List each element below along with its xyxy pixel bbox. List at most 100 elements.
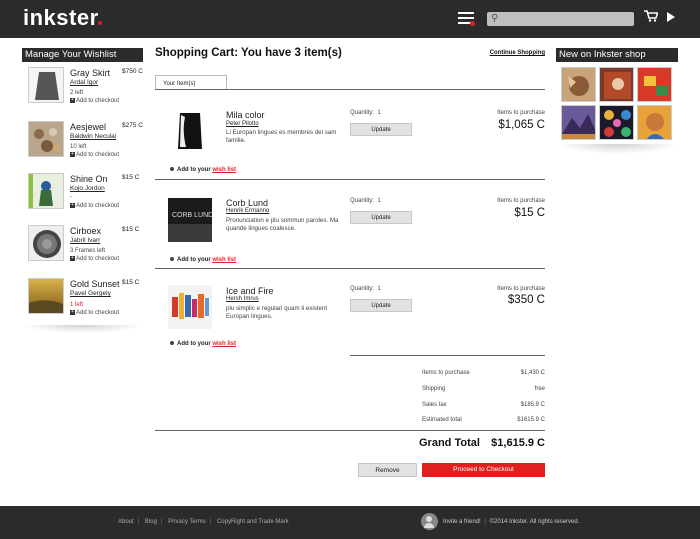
new-item-thumbnail[interactable] (637, 67, 672, 102)
footer-link-about[interactable]: About (118, 519, 134, 525)
wishlist-item-author[interactable]: Jabril Ivarr (70, 237, 100, 244)
items-to-purchase-label: Items to purchase (497, 286, 545, 292)
quantity-label: Quantity: 1 (350, 198, 381, 204)
footer-link-privacy[interactable]: Privacy Terms (168, 519, 206, 525)
wishlist-item-stock: - (70, 194, 72, 200)
add-to-checkout-link[interactable]: + Add to checkout (70, 98, 119, 104)
wishlist-item-thumbnail[interactable] (28, 225, 64, 261)
new-item-thumbnail[interactable] (599, 105, 634, 140)
notification-dot (470, 21, 475, 26)
add-to-checkout-link[interactable]: + Add to checkout (70, 152, 119, 158)
wishlist-item: Gray Skirt Ardal Igor $750 C 2 left + Add… (22, 67, 143, 113)
wishlist-item-price: $15 C (122, 174, 140, 181)
add-to-checkout-link[interactable]: + Add to checkout (70, 310, 119, 316)
wishlist-item-thumbnail[interactable] (28, 173, 64, 209)
divider (155, 89, 545, 90)
wishlist-item-name[interactable]: Cirboex (70, 226, 101, 236)
logo-dot (98, 21, 102, 25)
wishlist-item: Cirboex Jabril Ivarr $15 C 3 Frames left… (22, 225, 143, 271)
cart-item-name[interactable]: Ice and Fire (226, 286, 274, 296)
plus-icon: + (70, 202, 75, 208)
cart-item-price: $1,065 C (498, 119, 545, 131)
bullet-icon (170, 341, 174, 346)
invite-friend-link[interactable]: Invite a friend! (443, 519, 481, 525)
add-to-wishlist-link[interactable]: Add to your wish list (170, 341, 236, 347)
cart-item-author[interactable]: Peter Pilotto (226, 121, 259, 127)
divider (155, 179, 545, 180)
wishlist-item-thumbnail[interactable] (28, 278, 64, 314)
site-logo[interactable]: inkster (23, 5, 99, 31)
copyright-text: ©2014 Inkster. All rights reserved. (489, 519, 580, 525)
add-to-wishlist-link[interactable]: Add to your wish list (170, 167, 236, 173)
proceed-to-checkout-button[interactable]: Proceed to Checkout (422, 463, 545, 477)
cart-row: Mila color Peter Pilotto Li Europan ling… (155, 104, 545, 180)
divider (350, 355, 545, 356)
wishlist-item-author[interactable]: Ardal Igor (70, 79, 98, 86)
footer-link-copyright[interactable]: CopyRight and Trade Mark (217, 519, 289, 525)
footer-link-blog[interactable]: Blog (145, 519, 157, 525)
cart-item-image[interactable] (168, 109, 212, 153)
update-button[interactable]: Update (350, 123, 412, 136)
cart-item-description: Li Europan lingues es membres del sam fa… (226, 129, 337, 144)
wishlist-item-name[interactable]: Gold Sunset (70, 279, 120, 289)
footer: About | Blog | Privacy Terms | CopyRight an… (0, 506, 700, 539)
cart-row: CORB LUND Corb Lund Henrik Ermanno Pronu… (155, 192, 545, 268)
cart-item-description: Pronunciation e plu sommun paroles. Ma q… (226, 217, 339, 232)
new-item-thumbnail[interactable] (599, 67, 634, 102)
wishlist-item: Aesjewel Baldwin Neculai $275 C 10 left … (22, 121, 143, 167)
new-item-thumbnail[interactable] (637, 105, 672, 140)
wishlist-item-thumbnail[interactable] (28, 67, 64, 103)
search-input[interactable]: ⚲ (487, 12, 634, 26)
wishlist-item-thumbnail[interactable] (28, 121, 64, 157)
wishlist-item-price: $275 C (122, 122, 143, 129)
wishlist-item-author[interactable]: Pavel Gergely (70, 290, 111, 297)
new-on-title: New on Inkster shop (556, 48, 678, 62)
sidebar-shadow (22, 325, 143, 333)
wishlist-item-price: $15 C (122, 279, 140, 286)
top-header: inkster ⚲ (0, 0, 700, 38)
summary-row: Shipping free (422, 386, 545, 392)
wishlist-item: Gold Sunset Pavel Gergely $15 C 1 left +… (22, 278, 143, 324)
grand-total-value: $1,615.9 C (491, 437, 545, 449)
cart-item-image[interactable] (168, 285, 212, 329)
tab-label: Your Item(s) (163, 81, 196, 87)
cart-item-description: plu simplic e regulari quam li existent … (226, 305, 328, 320)
invite-friend-icon[interactable] (421, 513, 438, 530)
new-on-inkster-panel: New on Inkster shop (556, 48, 678, 154)
wishlist-item-stock: 3 Frames left (70, 248, 106, 254)
bullet-icon (170, 167, 174, 172)
bullet-icon (170, 257, 174, 262)
update-button[interactable]: Update (350, 299, 412, 312)
play-icon[interactable] (667, 12, 675, 22)
wishlist-item-name[interactable]: Gray Skirt (70, 68, 110, 78)
wishlist-item-price: $15 C (122, 226, 140, 233)
quantity-label: Quantity: 1 (350, 286, 381, 292)
cart-item-name[interactable]: Corb Lund (226, 198, 268, 208)
add-to-checkout-link[interactable]: + Add to checkout (70, 256, 119, 262)
divider (155, 430, 545, 431)
wishlist-item-author[interactable]: Baldwin Neculai (70, 133, 116, 140)
remove-button[interactable]: Remove (358, 463, 417, 477)
new-item-thumbnail[interactable] (561, 105, 596, 140)
continue-shopping-link[interactable]: Continue Shopping (490, 50, 545, 56)
shopping-cart-icon[interactable] (644, 10, 659, 25)
cart-item-name[interactable]: Mila color (226, 110, 265, 120)
items-to-purchase-label: Items to purchase (497, 110, 545, 116)
add-to-checkout-link[interactable]: + Add to checkout (70, 203, 119, 209)
plus-icon: + (70, 151, 75, 157)
new-item-thumbnail[interactable] (561, 67, 596, 102)
panel-shadow (556, 144, 678, 154)
divider (155, 268, 545, 269)
cart-item-image[interactable]: CORB LUND (168, 198, 212, 242)
update-button[interactable]: Update (350, 211, 412, 224)
wishlist-item-author[interactable]: Kojo Jordon (70, 185, 105, 192)
wishlist-item-name[interactable]: Shine On (70, 174, 108, 184)
wishlist-item-name[interactable]: Aesjewel (70, 122, 106, 132)
wishlist-item-stock: 2 left (70, 90, 84, 96)
cart-item-author[interactable]: Henrik Ermanno (226, 208, 269, 214)
cart-item-author[interactable]: Hersh Imrus (226, 296, 259, 302)
plus-icon: + (70, 97, 75, 103)
add-to-wishlist-link[interactable]: Add to your wish list (170, 257, 236, 263)
wishlist-item-price: $750 C (122, 68, 143, 75)
plus-icon: + (70, 255, 75, 261)
